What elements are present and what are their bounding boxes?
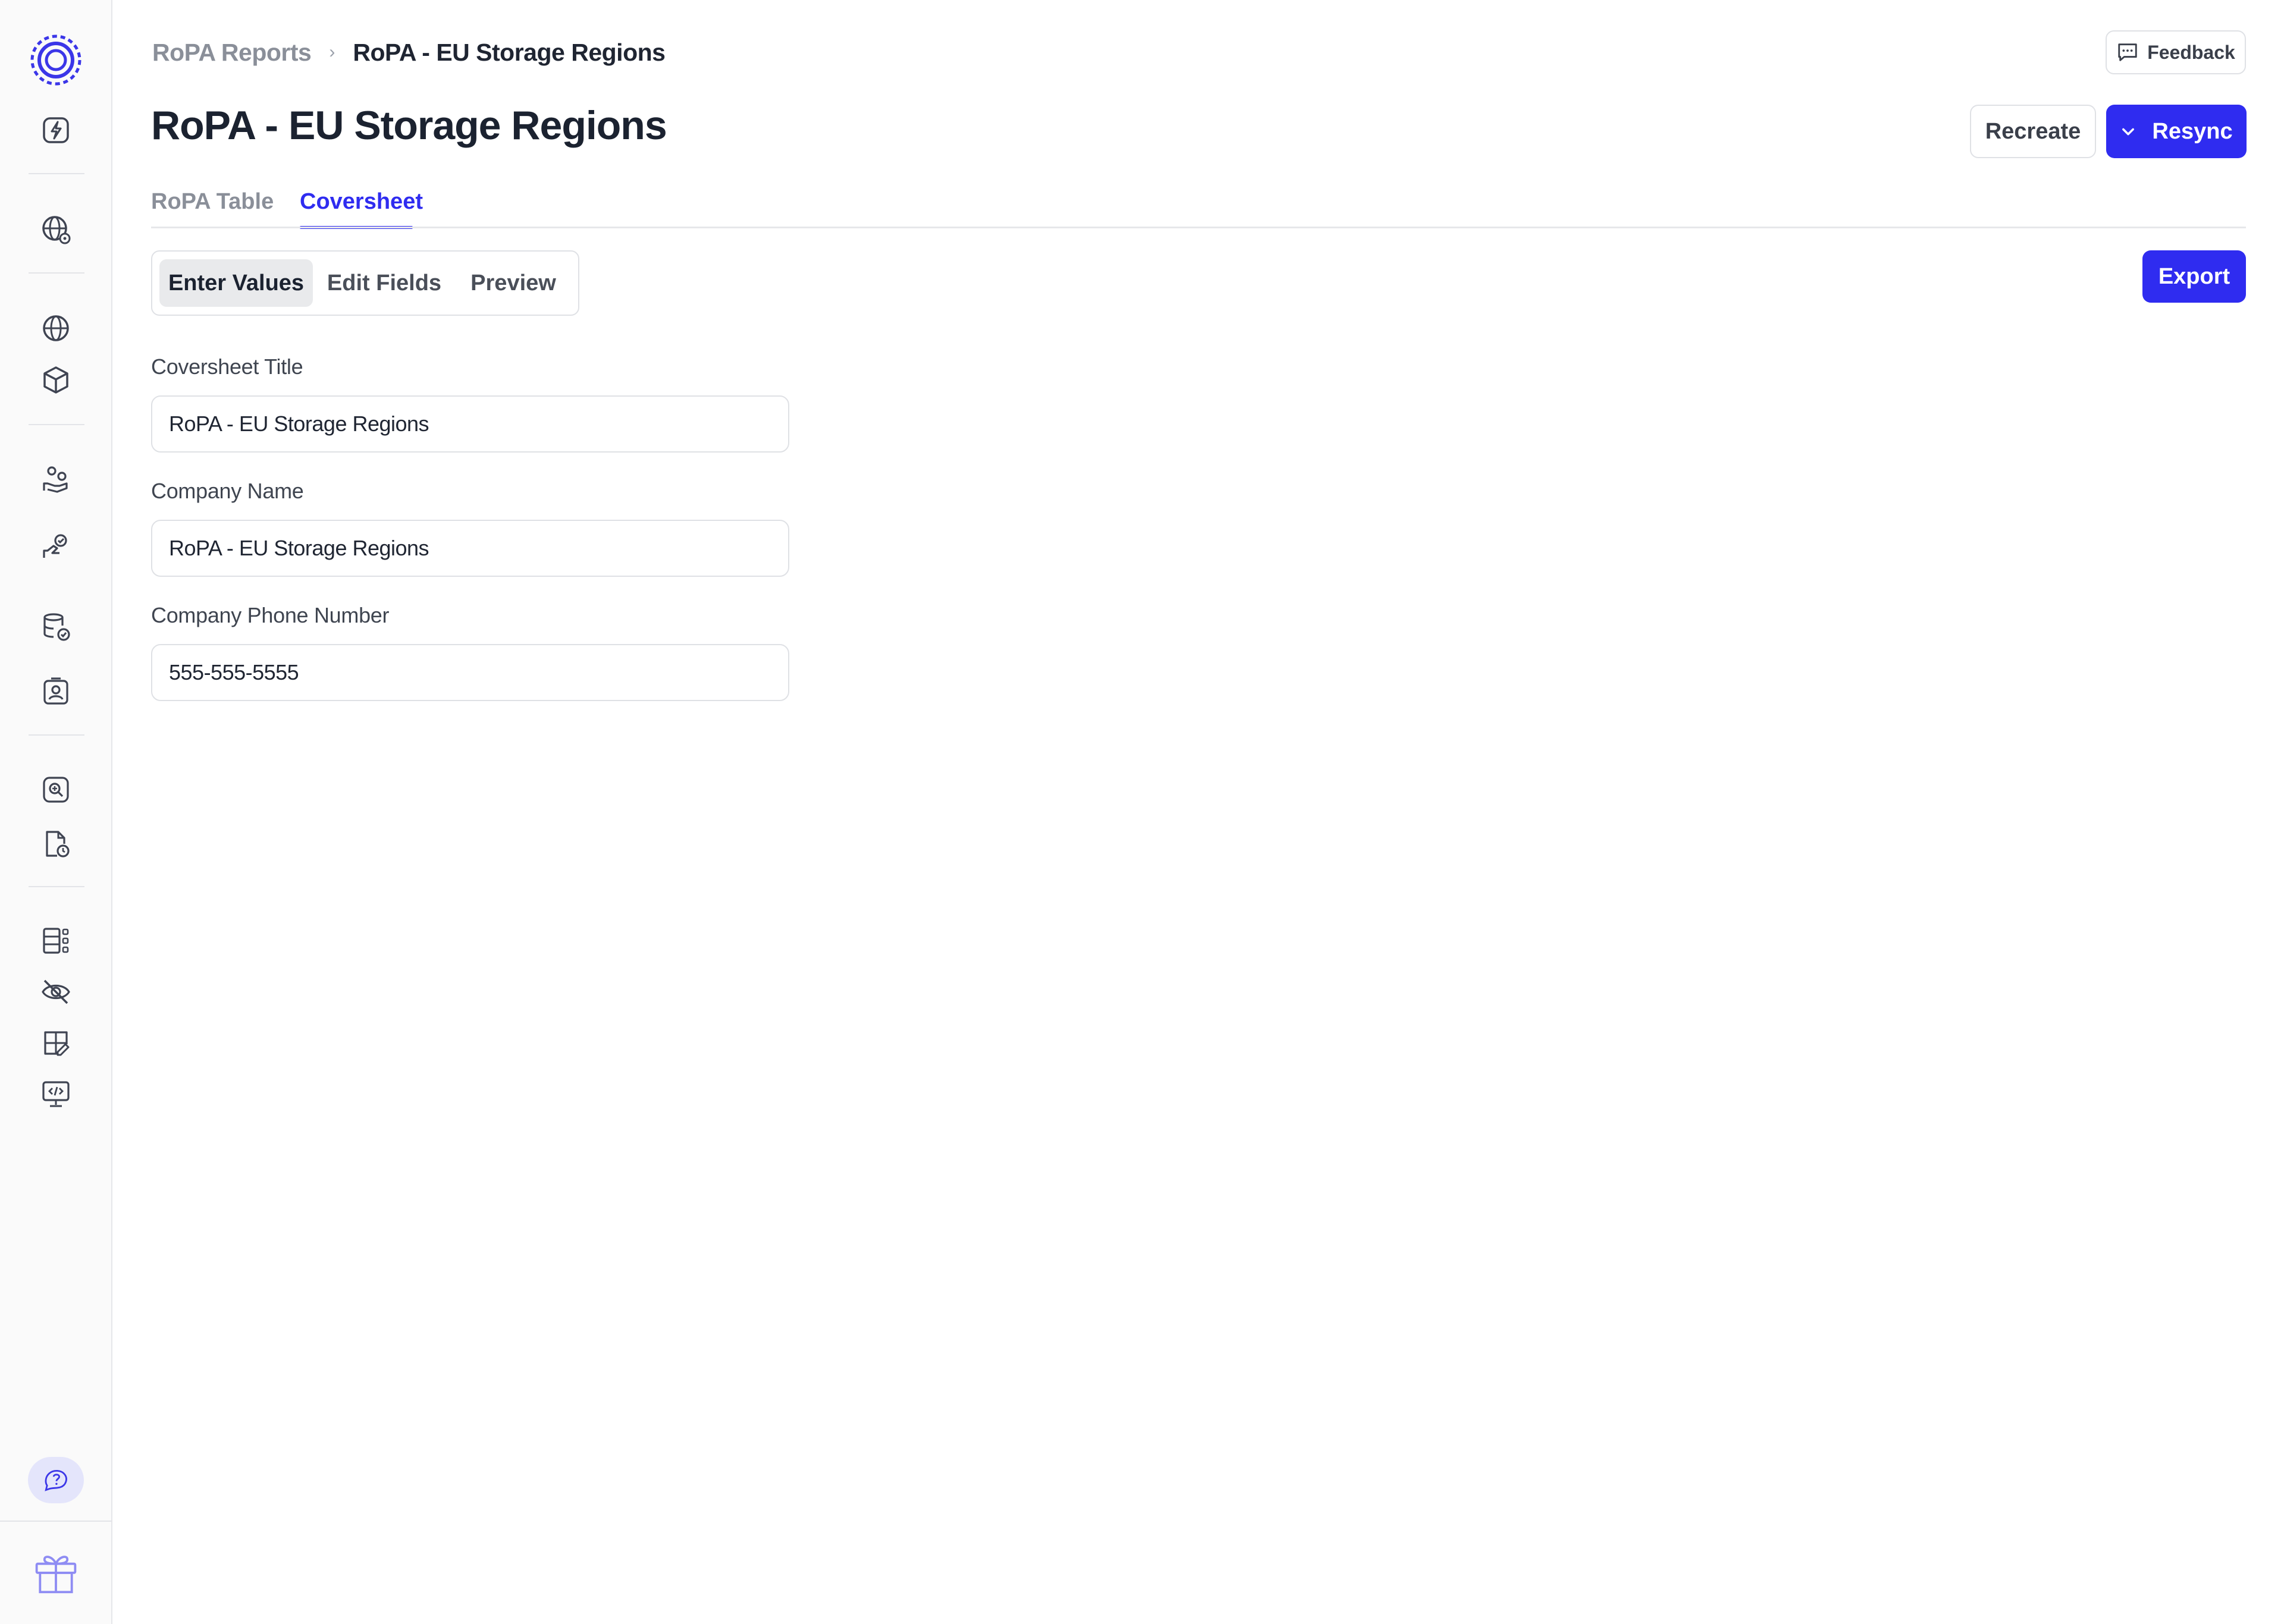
segment-preview[interactable]: Preview [457, 259, 570, 307]
sidebar-divider [29, 173, 84, 174]
sidebar-divider [29, 886, 84, 887]
segment-enter-values[interactable]: Enter Values [159, 259, 313, 307]
globe-icon[interactable] [37, 309, 75, 347]
users-hand-icon[interactable] [37, 461, 75, 499]
sidebar-divider [29, 734, 84, 736]
tab-coversheet[interactable]: Coversheet [300, 189, 423, 215]
company-name-label: Company Name [151, 479, 304, 503]
hand-key-icon[interactable] [37, 528, 75, 566]
coversheet-title-input[interactable]: RoPA - EU Storage Regions [151, 395, 789, 453]
breadcrumb-separator: › [329, 42, 335, 62]
feedback-label: Feedback [2147, 41, 2235, 63]
company-name-input[interactable]: RoPA - EU Storage Regions [151, 520, 789, 577]
database-check-icon[interactable] [37, 608, 75, 646]
resync-label: Resync [2152, 118, 2233, 144]
breadcrumb-current: RoPA - EU Storage Regions [353, 38, 666, 66]
tab-divider [151, 227, 2246, 228]
grid-list-icon[interactable] [37, 922, 75, 960]
chevron-down-icon[interactable] [2120, 123, 2136, 140]
layout-edit-icon[interactable] [37, 1024, 75, 1062]
logo-icon[interactable] [29, 33, 83, 87]
company-phone-input[interactable]: 555-555-5555 [151, 644, 789, 701]
feedback-button[interactable]: Feedback [2106, 30, 2246, 74]
search-scan-icon[interactable] [37, 771, 75, 809]
recreate-button[interactable]: Recreate [1970, 105, 2096, 158]
page-title: RoPA - EU Storage Regions [151, 103, 667, 148]
tab-ropa-table[interactable]: RoPA Table [151, 189, 274, 215]
eye-off-icon[interactable] [37, 973, 75, 1011]
resync-button[interactable]: Resync [2106, 105, 2247, 158]
cube-icon[interactable] [37, 361, 75, 399]
chat-icon [2116, 41, 2139, 64]
sidebar-divider [29, 272, 84, 274]
document-clock-icon[interactable] [37, 825, 75, 863]
contact-card-icon[interactable] [37, 672, 75, 710]
segment-edit-fields[interactable]: Edit Fields [325, 259, 444, 307]
export-button[interactable]: Export [2142, 250, 2246, 303]
gift-icon[interactable] [31, 1547, 81, 1597]
breadcrumb: RoPA Reports › RoPA - EU Storage Regions [152, 37, 666, 68]
sidebar-divider [29, 424, 84, 425]
coversheet-title-label: Coversheet Title [151, 354, 303, 379]
globe-network-icon[interactable] [37, 211, 75, 249]
help-chat-button[interactable] [28, 1457, 84, 1503]
breadcrumb-parent-link[interactable]: RoPA Reports [152, 39, 312, 67]
company-phone-label: Company Phone Number [151, 603, 390, 627]
sidebar-divider [0, 1521, 112, 1522]
lightning-icon[interactable] [37, 111, 75, 149]
coversheet-mode-switch: Enter Values Edit Fields Preview [151, 250, 579, 316]
help-chat-icon [40, 1463, 71, 1497]
sidebar [0, 0, 112, 1624]
code-monitor-icon[interactable] [37, 1075, 75, 1113]
